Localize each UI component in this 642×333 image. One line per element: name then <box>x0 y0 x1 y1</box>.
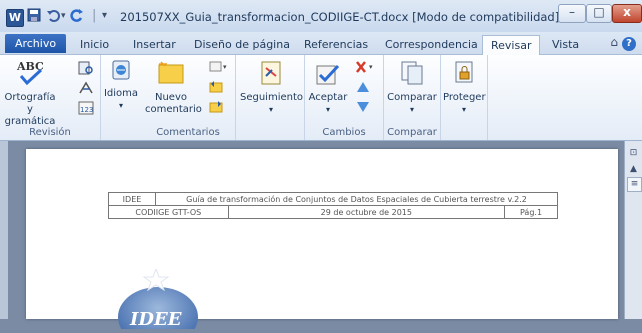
minimize-ribbon-icon[interactable]: ⌂ <box>610 35 618 49</box>
protect-button[interactable]: Proteger ▾ <box>443 60 486 116</box>
protect-dropdown-icon: ▾ <box>461 105 466 114</box>
research-icon[interactable] <box>78 60 94 75</box>
separator: | <box>92 8 97 23</box>
new-comment-label: Nuevo comentario <box>145 92 202 115</box>
help-icon[interactable]: ? <box>622 37 636 51</box>
language-icon <box>103 58 139 86</box>
tracking-dropdown-icon: ▾ <box>268 105 273 114</box>
header-group: CODIIGE GTT-OS <box>108 205 229 219</box>
ribbon-panel: ABC Ortografía y gramática 123 Revisión … <box>0 55 642 141</box>
word-count-icon[interactable]: 123 <box>78 100 94 115</box>
next-change-icon[interactable] <box>355 99 371 113</box>
ruler-toggle-icon[interactable]: ⊡ <box>627 147 640 160</box>
spelling-label: Ortografía y gramática <box>4 92 56 127</box>
ribbon-help-area: ⌂? <box>610 35 636 51</box>
tab-insertar[interactable]: Insertar <box>133 35 176 54</box>
group-label-revision: Revisión <box>29 127 71 138</box>
accept-button[interactable]: Aceptar ▾ <box>307 60 349 116</box>
tracking-label: Seguimiento <box>240 92 304 103</box>
svg-text:▾: ▾ <box>223 63 227 71</box>
close-button[interactable]: x <box>612 4 642 23</box>
accept-dropdown-icon: ▾ <box>325 105 330 114</box>
undo-dropdown-icon[interactable]: ▾ <box>61 8 66 24</box>
previous-comment-icon[interactable] <box>209 79 225 93</box>
group-seguimiento: Seguimiento ▾ <box>236 55 305 140</box>
customize-quick-access-icon[interactable]: ▾ <box>102 8 107 24</box>
scroll-thumb[interactable]: ≡ <box>627 177 642 192</box>
minimize-button[interactable]: – <box>558 4 586 23</box>
word-app-icon[interactable]: W <box>6 9 24 27</box>
new-comment-button[interactable]: Nuevo comentario <box>143 60 202 116</box>
logo-text: IDEE <box>129 309 182 329</box>
tracking-icon <box>240 60 302 90</box>
vertical-scrollbar[interactable]: ⊡ ▲ ≡ <box>624 141 642 319</box>
title-bar: W ▾ | ▾ 201507XX_Guia_transformacion_COD… <box>0 0 642 32</box>
save-icon[interactable] <box>27 8 41 27</box>
group-comparar: Comparar ▾ Comparar <box>384 55 441 140</box>
accept-icon <box>307 60 349 90</box>
svg-text:▾: ▾ <box>369 63 373 71</box>
group-label-cambios: Cambios <box>322 127 366 138</box>
tab-archivo[interactable]: Archivo <box>5 34 66 53</box>
tracking-button[interactable]: Seguimiento ▾ <box>240 60 304 116</box>
maximize-button[interactable]: □ <box>586 4 612 23</box>
protect-label: Proteger <box>443 92 486 103</box>
tab-inicio[interactable]: Inicio <box>80 35 109 54</box>
header-org: IDEE <box>108 192 156 206</box>
document-page[interactable]: IDEE Guía de transformación de Conjuntos… <box>26 149 618 333</box>
group-revision: ABC Ortografía y gramática 123 Revisión <box>0 55 101 140</box>
language-button[interactable]: Idioma ▾ <box>103 58 139 112</box>
undo-icon[interactable] <box>46 8 60 27</box>
compare-button[interactable]: Comparar ▾ <box>386 60 438 116</box>
compare-dropdown-icon: ▾ <box>409 105 414 114</box>
tab-correspondencia[interactable]: Correspondencia <box>385 35 478 54</box>
group-idioma: Idioma ▾ <box>101 55 141 140</box>
group-proteger: Proteger ▾ <box>441 55 488 140</box>
tab-diseno-pagina[interactable]: Diseño de página <box>194 35 290 54</box>
tab-referencias[interactable]: Referencias <box>304 35 368 54</box>
reject-icon[interactable]: ▾ <box>355 59 373 73</box>
next-comment-icon[interactable] <box>209 99 225 113</box>
idee-logo: IDEE <box>118 267 228 333</box>
thesaurus-icon[interactable] <box>78 80 94 94</box>
page-header-table: IDEE Guía de transformación de Conjuntos… <box>108 192 558 219</box>
header-title: Guía de transformación de Conjuntos de D… <box>155 192 558 206</box>
header-date: 29 de octubre de 2015 <box>227 205 506 219</box>
group-comentarios: Nuevo comentario ▾ Comentarios <box>141 55 236 140</box>
vertical-ruler <box>0 141 8 319</box>
header-page: Pág.1 <box>504 205 558 219</box>
group-label-comparar: Comparar <box>387 127 437 138</box>
redo-icon[interactable] <box>70 8 84 27</box>
delete-comment-icon[interactable]: ▾ <box>209 59 227 73</box>
compare-icon <box>386 60 438 90</box>
group-cambios: Aceptar ▾ ▾ Cambios <box>305 55 384 140</box>
language-label: Idioma <box>103 88 139 99</box>
scroll-up-icon[interactable]: ▲ <box>627 163 640 176</box>
spelling-icon: ABC <box>2 58 58 90</box>
ribbon-tabs: Archivo Inicio Insertar Diseño de página… <box>0 32 642 55</box>
language-dropdown-icon: ▾ <box>118 101 123 110</box>
svg-text:123: 123 <box>80 106 93 114</box>
spelling-button[interactable]: ABC Ortografía y gramática <box>2 58 58 128</box>
protect-icon <box>443 60 485 90</box>
window-title: 201507XX_Guia_transformacion_CODIIGE-CT.… <box>120 10 585 24</box>
tab-revisar[interactable]: Revisar <box>482 35 541 55</box>
previous-change-icon[interactable] <box>355 79 371 93</box>
accept-label: Aceptar <box>308 92 348 103</box>
group-label-comentarios: Comentarios <box>156 127 220 138</box>
new-comment-icon <box>143 60 199 90</box>
tab-vista[interactable]: Vista <box>552 35 579 54</box>
compare-label: Comparar <box>387 92 437 103</box>
